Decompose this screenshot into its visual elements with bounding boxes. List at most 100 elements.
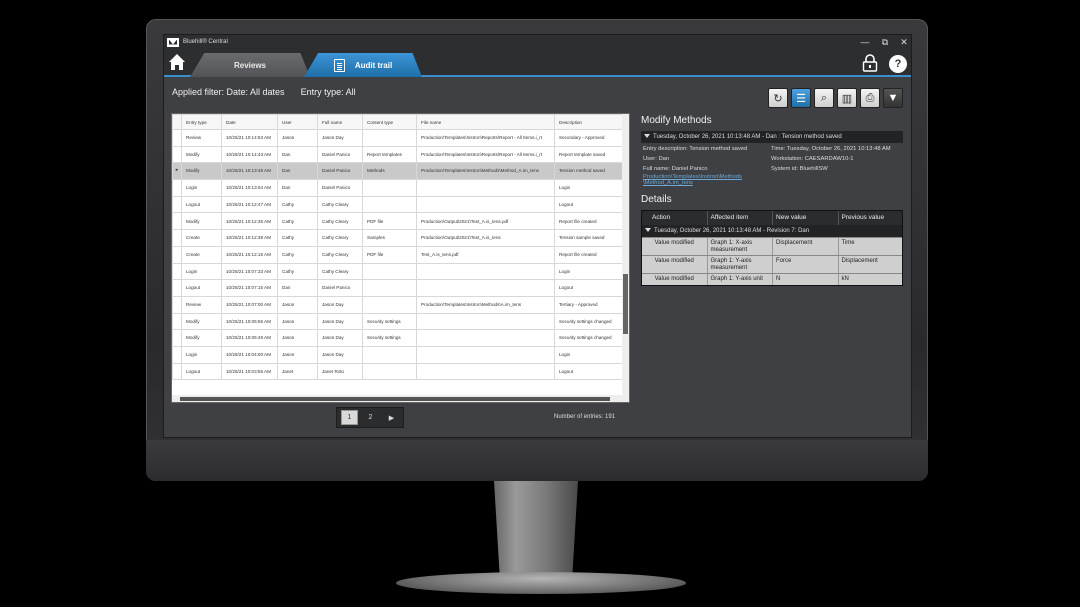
table-cell	[416, 262, 555, 281]
column-header[interactable]: Affected item	[708, 211, 774, 225]
row-marker	[172, 229, 182, 247]
table-row[interactable]: Modify 10/25/21 10:05:56 AM Jason Jason Day…	[172, 312, 628, 331]
table-cell: Production\Templates\Instron\Reports\Rep…	[416, 129, 555, 147]
column-header[interactable]: Full name	[317, 114, 363, 130]
vertical-scrollbar[interactable]	[622, 114, 629, 402]
table-row[interactable]: Login 10/25/21 10:04:00 AM Jason Jason Day L…	[172, 345, 628, 364]
scroll-thumb[interactable]	[180, 397, 610, 401]
maximize-button[interactable]: ⧉	[879, 37, 891, 47]
monitor-stand	[494, 481, 578, 581]
table-cell	[362, 195, 417, 214]
table-row[interactable]: Modify 10/25/21 10:05:48 AM Jason Jason Day…	[172, 329, 628, 347]
app-logo-icon	[167, 37, 179, 47]
horizontal-scrollbar[interactable]	[172, 395, 629, 402]
table-row[interactable]: Logout 10/25/21 10:12:47 AM Cathy Cathy Cle…	[172, 195, 628, 214]
table-row[interactable]: ▸ Modify 10/25/21 10:13:48 AM Dan Daniel Pan…	[172, 162, 628, 181]
row-marker	[172, 212, 182, 231]
details-row[interactable]: Value modified Graph 1: Y-axis measuremen…	[642, 255, 902, 273]
table-cell	[362, 129, 417, 147]
column-header[interactable]: Previous value	[839, 211, 902, 225]
table-cell: PDF file	[362, 212, 417, 231]
minimize-button[interactable]: —	[859, 37, 871, 47]
scroll-thumb[interactable]	[623, 274, 628, 334]
table-cell: Production\Templates\Instron\Methods\Met…	[416, 162, 555, 181]
table-cell: Dan	[277, 162, 318, 181]
table-cell: Daniel Panico	[317, 162, 363, 181]
column-header[interactable]: File name	[416, 114, 555, 130]
table-cell: Modify	[181, 145, 222, 164]
lock-icon[interactable]	[862, 54, 878, 72]
column-header[interactable]: Description	[554, 114, 628, 130]
filter-icon[interactable]: ▼	[883, 88, 903, 108]
row-marker: ▸	[172, 162, 182, 181]
page-1-button[interactable]: 1	[341, 410, 358, 425]
table-cell: Dan	[277, 145, 318, 164]
details-header-row: Action Affected item New value Previous …	[642, 211, 902, 225]
details-title: Details	[641, 194, 672, 205]
table-row[interactable]: Login 10/25/21 10:07:33 AM Cathy Cathy Clea…	[172, 262, 628, 281]
home-icon[interactable]	[168, 53, 186, 71]
title-bar: Bluehill® Central — ⧉ ✕	[164, 35, 911, 49]
print-icon[interactable]: ⎙	[860, 88, 880, 108]
export-icon[interactable]: ▥	[837, 88, 857, 108]
table-row[interactable]: Modify 10/25/21 10:12:35 AM Cathy Cathy Cle…	[172, 212, 628, 231]
table-cell: Production\Templates\Instron\Methods\A.i…	[416, 295, 555, 314]
table-cell: Logout	[181, 195, 222, 214]
collapse-icon[interactable]	[645, 228, 651, 233]
table-row[interactable]: Login 10/25/21 10:13:04 AM Dan Daniel Panic…	[172, 179, 628, 197]
pagination: 1 2 ▶	[336, 407, 404, 428]
row-marker	[172, 129, 182, 147]
table-row[interactable]: Logout 10/25/21 10:07:15 AM Dan Daniel Pani…	[172, 279, 628, 297]
column-header[interactable]: Action	[642, 211, 708, 225]
table-cell: Methods	[362, 162, 417, 181]
table-row[interactable]: Create 10/25/21 10:12:15 AM Cathy Cathy Cle…	[172, 245, 628, 264]
search-icon[interactable]: ⌕	[814, 88, 834, 108]
table-row[interactable]: Review 10/25/21 10:07:00 AM Jason Jason Day…	[172, 295, 628, 314]
collapse-icon[interactable]	[644, 134, 650, 139]
details-row[interactable]: Value modified Graph 1: Y-axis unit NkN	[642, 273, 902, 285]
details-cell: Graph 1: Y-axis measurement	[708, 256, 773, 273]
table-cell: Dan	[277, 179, 318, 197]
table-row[interactable]: Logout 10/25/21 10:03:55 AM Janet Janet Rol…	[172, 362, 628, 381]
row-marker	[172, 312, 182, 331]
table-cell: Login	[181, 179, 222, 197]
table-cell: Tension method saved	[554, 162, 628, 181]
details-row[interactable]: Value modified Graph 1: X-axis measuremen…	[642, 237, 902, 255]
table-row[interactable]: Create 10/25/21 10:12:38 AM Cathy Cathy Cle…	[172, 229, 628, 247]
column-header[interactable]: New value	[773, 211, 839, 225]
page-2-button[interactable]: 2	[362, 410, 379, 425]
table-row[interactable]: Modify 10/25/21 10:14:43 AM Dan Daniel Pani…	[172, 145, 628, 164]
monitor-bezel	[146, 440, 928, 481]
table-cell: Cathy Cleary	[317, 262, 363, 281]
file-link[interactable]: Production\Templates\Instron\Methods \Me…	[643, 174, 769, 186]
column-header[interactable]: User	[277, 114, 318, 130]
details-group-header[interactable]: Tuesday, October 26, 2021 10:13:48 AM - …	[642, 225, 902, 237]
entry-info: Entry description: Tension method saved …	[641, 144, 903, 194]
refresh-icon[interactable]: ↻	[768, 88, 788, 108]
table-row[interactable]: Review 10/25/21 10:14:53 AM Jason Jason Day…	[172, 129, 628, 147]
table-cell	[362, 362, 417, 381]
table-cell: Cathy	[277, 212, 318, 231]
table-cell: Review	[181, 295, 222, 314]
help-button[interactable]: ?	[889, 55, 907, 73]
entry-header[interactable]: Tuesday, October 26, 2021 10:13:48 AM - …	[641, 131, 903, 143]
table-cell: Jason	[277, 345, 318, 364]
table-cell: Security settings changed	[554, 329, 628, 347]
close-button[interactable]: ✕	[898, 37, 910, 47]
table-cell: Daniel Panico	[317, 145, 363, 164]
column-header[interactable]: Date	[221, 114, 278, 130]
entry-time: Time: Tuesday, October 26, 2021 10:13:48…	[771, 146, 891, 152]
table-cell: Jason Day	[317, 312, 363, 331]
tab-reviews[interactable]: Reviews	[190, 53, 310, 77]
table-cell: Login	[554, 179, 628, 197]
table-cell: Cathy Cleary	[317, 212, 363, 231]
list-icon[interactable]: ☰	[791, 88, 811, 108]
table-cell: Production\Output\2021\Test_A.is_tens	[416, 229, 555, 247]
column-header[interactable]: Content type	[362, 114, 417, 130]
tab-audit-trail[interactable]: Audit trail	[304, 53, 422, 77]
table-cell: Jason Day	[317, 129, 363, 147]
column-header[interactable]: Entry type	[181, 114, 222, 130]
table-cell: Security settings	[362, 312, 417, 331]
next-page-button[interactable]: ▶	[383, 410, 400, 425]
details-cell: kN	[841, 276, 849, 282]
